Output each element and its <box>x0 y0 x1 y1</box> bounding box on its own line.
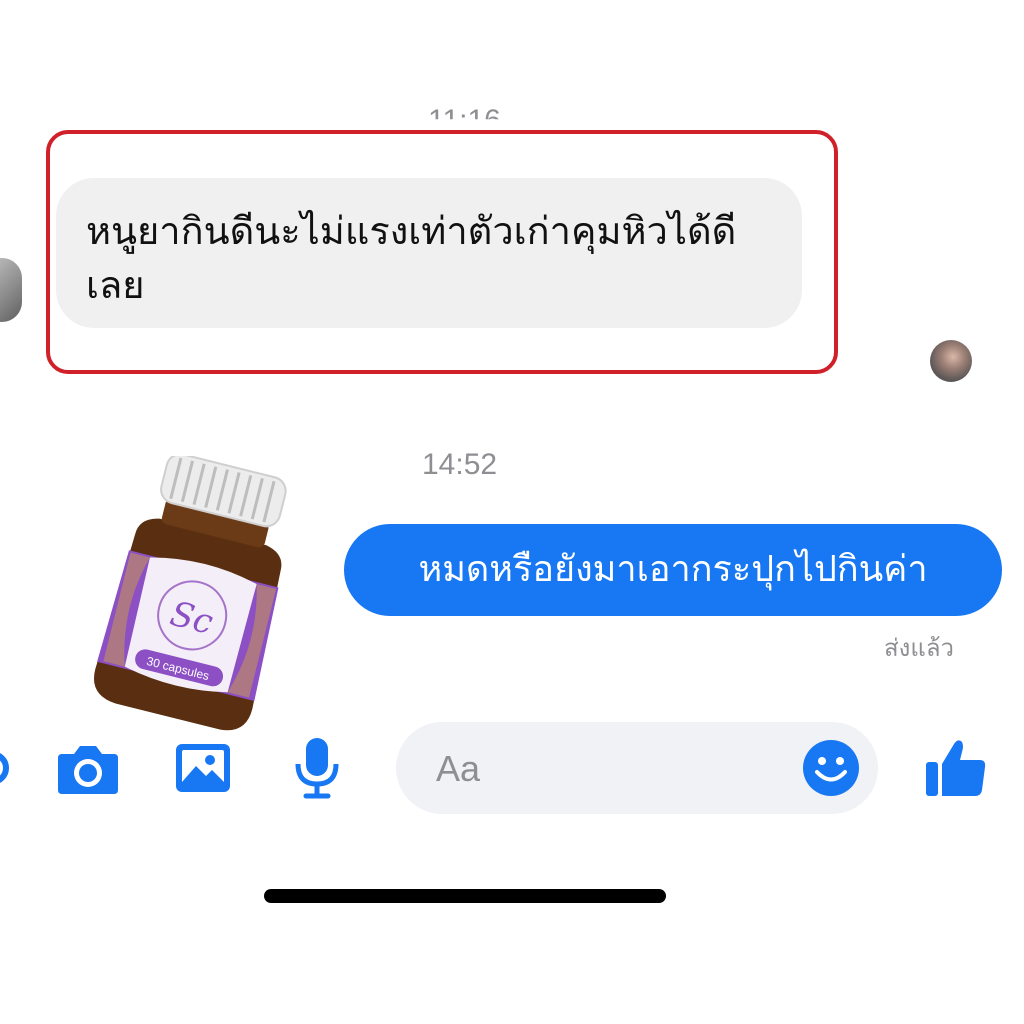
sent-status: ส่งแล้ว <box>884 634 955 662</box>
incoming-message-bubble[interactable]: หนูยากินดีนะไม่แรงเท่าตัวเก่าคุมหิวได้ดี… <box>56 178 802 328</box>
message-input[interactable] <box>434 722 798 816</box>
seen-avatar <box>930 340 972 382</box>
more-actions-icon[interactable] <box>0 748 14 788</box>
sender-avatar[interactable] <box>0 258 22 322</box>
thumbs-up-icon[interactable] <box>924 736 988 798</box>
camera-icon[interactable] <box>56 742 120 796</box>
home-indicator[interactable] <box>264 889 666 903</box>
emoji-icon[interactable] <box>802 739 860 797</box>
incoming-message-text: หนูยากินดีนะไม่แรงเท่าตัวเก่าคุมหิวได้ดี… <box>86 209 737 307</box>
supplement-bottle-sticker[interactable]: Sc 30 capsules <box>82 456 312 736</box>
microphone-icon[interactable] <box>292 736 342 800</box>
outgoing-message-text: หมดหรือยังมาเอากระปุกไปกินค่า <box>418 549 928 590</box>
timestamp-2: 14:52 <box>422 448 498 481</box>
image-icon[interactable] <box>174 742 232 794</box>
outgoing-message-bubble[interactable]: หมดหรือยังมาเอากระปุกไปกินค่า <box>344 524 1002 616</box>
message-input-container <box>396 722 878 816</box>
